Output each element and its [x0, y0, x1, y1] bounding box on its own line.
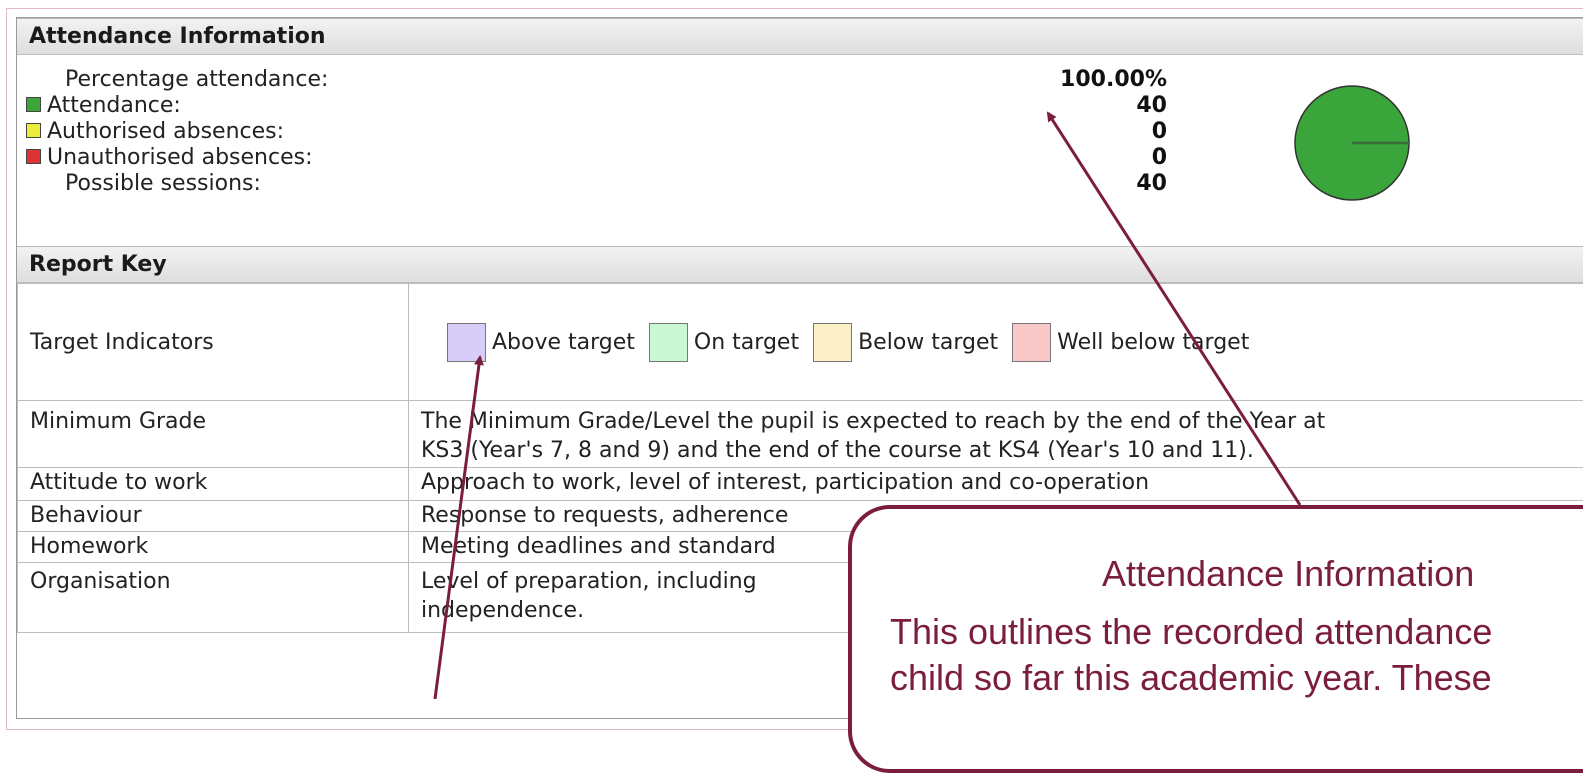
attendance-label: Percentage attendance: [65, 67, 328, 92]
callout-body: This outlines the recorded attendance ch… [890, 609, 1492, 701]
authorised-color-swatch [26, 123, 41, 138]
table-row: Target Indicators Above target On target… [18, 284, 1583, 401]
attendance-header: Attendance Information [17, 18, 1583, 55]
attendance-value: 40 [867, 92, 1167, 120]
callout-title: Attendance Information [1102, 553, 1474, 595]
key-term: Minimum Grade [18, 401, 409, 468]
indicator-well-below-target: Well below target [1012, 323, 1249, 362]
key-term: Behaviour [18, 501, 409, 532]
attendance-value: 40 [867, 170, 1167, 198]
key-term: Target Indicators [18, 284, 409, 401]
attendance-label: Unauthorised absences: [47, 145, 313, 170]
attendance-value: 0 [867, 118, 1167, 146]
attendance-pie-chart [1292, 83, 1412, 203]
key-term: Attitude to work [18, 468, 409, 501]
table-row: Attitude to work Approach to work, level… [18, 468, 1583, 501]
attendance-value: 0 [867, 144, 1167, 172]
indicator-swatch [1012, 323, 1051, 362]
table-row: Minimum Grade The Minimum Grade/Level th… [18, 401, 1583, 468]
attendance-value: 100.00% [867, 66, 1167, 94]
indicator-swatch [447, 323, 486, 362]
indicator-on-target: On target [649, 323, 799, 362]
key-definition: The Minimum Grade/Level the pupil is exp… [409, 401, 1583, 468]
unauthorised-color-swatch [26, 149, 41, 164]
attendance-label: Authorised absences: [47, 119, 284, 144]
attendance-color-swatch [26, 97, 41, 112]
key-term: Homework [18, 532, 409, 563]
attendance-row-unauthorised: Unauthorised absences: 0 [17, 144, 1167, 172]
key-definition: Approach to work, level of interest, par… [409, 468, 1583, 501]
attendance-row-percentage: Percentage attendance: 100.00% [17, 66, 1167, 94]
report-key-header: Report Key [17, 246, 1583, 283]
indicator-above-target: Above target [447, 323, 635, 362]
key-term: Organisation [18, 563, 409, 633]
target-indicators-legend: Above target On target Below target Well… [421, 323, 1576, 362]
attendance-label: Attendance: [47, 93, 181, 118]
attendance-label: Possible sessions: [65, 171, 261, 196]
indicator-swatch [813, 323, 852, 362]
annotation-callout: Attendance Information This outlines the… [848, 505, 1583, 773]
attendance-row-authorised: Authorised absences: 0 [17, 118, 1167, 146]
attendance-row-attendance: Attendance: 40 [17, 92, 1167, 120]
indicator-swatch [649, 323, 688, 362]
indicator-below-target: Below target [813, 323, 998, 362]
attendance-row-possible: Possible sessions: 40 [17, 170, 1167, 198]
